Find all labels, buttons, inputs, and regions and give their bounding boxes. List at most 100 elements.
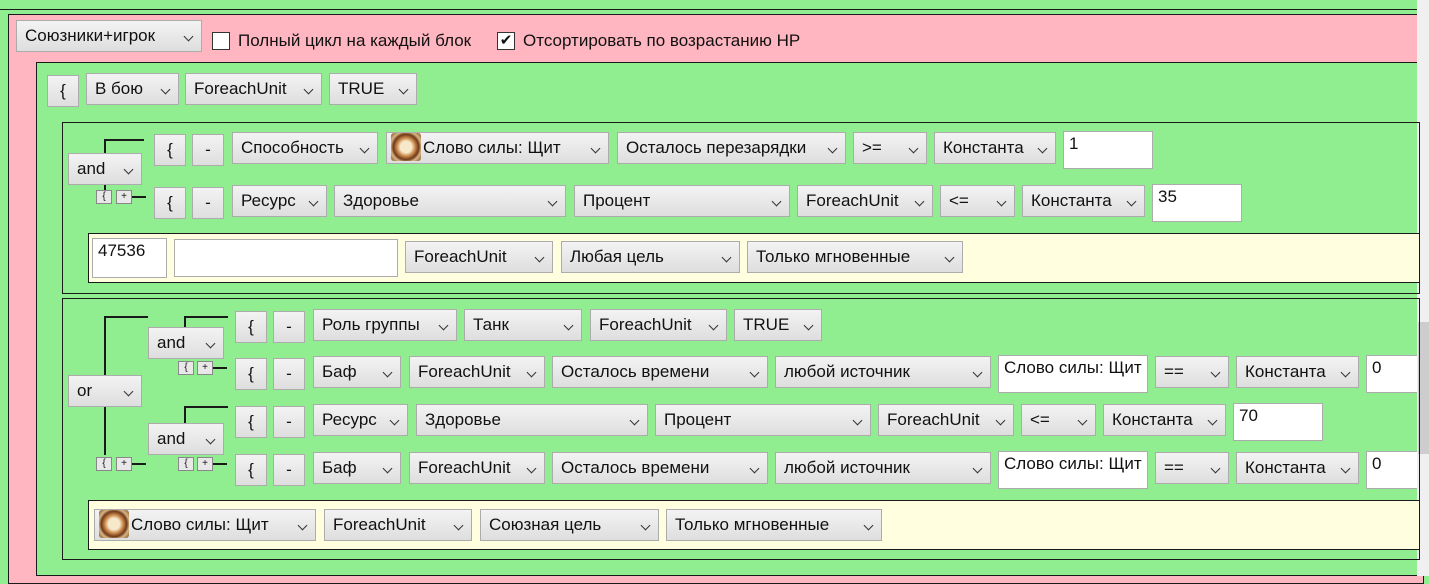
rule1-mini-bracket-button[interactable]: { — [96, 190, 112, 204]
rule2-g2-cond2-operator-dropdown[interactable]: == — [1155, 452, 1229, 484]
chevron-down-icon — [526, 463, 537, 474]
chevron-down-icon — [303, 84, 314, 95]
chevron-down-icon — [640, 520, 651, 531]
label: любой источник — [784, 458, 910, 477]
rule2-action-unit-dropdown[interactable]: ForeachUnit — [324, 509, 472, 541]
filter-dropdown[interactable]: Союзники+игрок — [16, 20, 202, 52]
rule2-g1-cond1-unit-dropdown[interactable]: ForeachUnit — [590, 309, 727, 341]
rule2-action-spell-dropdown[interactable]: Слово силы: Щит — [94, 509, 316, 541]
chevron-down-icon — [563, 320, 574, 331]
rule2-mini-add-button[interactable]: + — [116, 457, 132, 471]
chevron-down-icon — [1210, 367, 1221, 378]
rule2-g1-cond1-type-dropdown[interactable]: Роль группы — [313, 309, 457, 341]
rule2-g2-cond1-remove-button[interactable]: - — [273, 406, 305, 438]
rule2-g1-cond2-field-dropdown[interactable]: Осталось времени — [552, 356, 768, 388]
rule2-g1-cond1-role-dropdown[interactable]: Танк — [464, 309, 582, 341]
rule1-mini-add-button[interactable]: + — [116, 190, 132, 204]
rule2-g2-cond2-unit-dropdown[interactable]: ForeachUnit — [409, 452, 545, 484]
rule1-cond2-source-dropdown[interactable]: Константа — [1022, 185, 1145, 217]
block-value-dropdown[interactable]: TRUE — [329, 73, 417, 105]
label: Танк — [473, 315, 509, 334]
rule2-g2-cond2-source-filter-dropdown[interactable]: любой источник — [775, 452, 991, 484]
rule1-cond2-mode-dropdown[interactable]: Процент — [574, 185, 790, 217]
rule1-action-cast-dropdown[interactable]: Только мгновенные — [747, 241, 963, 273]
rule2-action-target-dropdown[interactable]: Союзная цель — [480, 509, 659, 541]
chevron-down-icon — [359, 143, 370, 154]
rule2-g1-cond2-value-input[interactable]: 0 — [1366, 355, 1417, 393]
power-word-shield-icon — [99, 510, 129, 539]
rule1-action-target-dropdown[interactable]: Любая цель — [561, 241, 740, 273]
rule2-g2-cond2-spell-input[interactable]: Слово силы: Щит — [998, 451, 1148, 489]
rule1-cond1-type-dropdown[interactable]: Способность — [232, 132, 378, 164]
rule2-g1-cond2-spell-input[interactable]: Слово силы: Щит — [998, 355, 1148, 393]
rule2-group1-mini-add-button[interactable]: + — [197, 361, 213, 375]
rule1-cond2-remove-button[interactable]: - — [192, 187, 224, 219]
rule2-g2-cond1-resource-dropdown[interactable]: Здоровье — [416, 404, 648, 436]
rule2-g2-cond1-unit-dropdown[interactable]: ForeachUnit — [878, 404, 1014, 436]
rule2-g1-cond2-type-dropdown[interactable]: Баф — [313, 356, 401, 388]
label: Слово силы: Щит — [131, 515, 269, 534]
block-target-dropdown[interactable]: ForeachUnit — [185, 73, 322, 105]
rule2-group2-op-dropdown[interactable]: and — [148, 423, 224, 455]
rule1-cond1-remove-button[interactable]: - — [192, 134, 224, 166]
block-state-dropdown[interactable]: В бою — [86, 73, 179, 105]
rule2-g1-cond1-remove-button[interactable]: - — [273, 311, 305, 343]
rule2-g2-cond2-remove-button[interactable]: - — [273, 454, 305, 486]
chevron-down-icon — [453, 520, 464, 531]
rule1-cond2-bracket-button[interactable]: { — [154, 187, 186, 219]
rule2-g2-cond1-mode-dropdown[interactable]: Процент — [655, 404, 871, 436]
chevron-down-icon — [1207, 415, 1218, 426]
rule1-action-spell-id-input[interactable]: 47536 — [92, 238, 167, 278]
rule1-cond1-value-input[interactable]: 1 — [1063, 131, 1153, 169]
rule2-g2-cond2-source-dropdown[interactable]: Константа — [1236, 452, 1359, 484]
chevron-down-icon — [590, 143, 601, 154]
chevron-down-icon — [852, 415, 863, 426]
rule1-cond1-operator-dropdown[interactable]: >= — [853, 132, 927, 164]
chevron-down-icon — [398, 84, 409, 95]
rule2-g1-cond2-remove-button[interactable]: - — [273, 358, 305, 390]
rule2-g2-cond1-bracket-button[interactable]: { — [235, 406, 267, 438]
rule1-cond1-spell-dropdown[interactable]: Слово силы: Щит — [386, 132, 609, 164]
rule1-cond2-unit-dropdown[interactable]: ForeachUnit — [797, 185, 933, 217]
label: == — [1164, 362, 1184, 381]
rule2-outer-op-dropdown[interactable]: or — [68, 375, 142, 407]
rule1-cond1-field-dropdown[interactable]: Осталось перезарядки — [617, 132, 846, 164]
rule2-g2-cond1-operator-dropdown[interactable]: <= — [1021, 404, 1096, 436]
rule1-group-op-dropdown[interactable]: and — [68, 153, 142, 185]
rule1-cond1-bracket-button[interactable]: { — [154, 134, 186, 166]
rule2-g2-cond1-value-input[interactable]: 70 — [1233, 403, 1323, 441]
rule2-mini-bracket-button[interactable]: { — [96, 457, 112, 471]
full-cycle-checkbox[interactable] — [212, 32, 230, 50]
label: ForeachUnit — [418, 362, 511, 381]
rule2-g1-cond2-source-filter-dropdown[interactable]: любой источник — [775, 356, 991, 388]
rule2-g2-cond1-source-dropdown[interactable]: Константа — [1103, 404, 1226, 436]
rule2-g1-cond1-value-dropdown[interactable]: TRUE — [734, 309, 822, 341]
label: >= — [862, 138, 882, 157]
rule2-group1-op-dropdown[interactable]: and — [148, 327, 224, 359]
rule1-cond2-resource-dropdown[interactable]: Здоровье — [334, 185, 566, 217]
rule2-g1-cond2-bracket-button[interactable]: { — [235, 358, 267, 390]
rule2-group2-mini-add-button[interactable]: + — [197, 457, 213, 471]
rule1-tree-line — [104, 139, 144, 141]
rule1-cond1-source-dropdown[interactable]: Константа — [934, 132, 1056, 164]
rule2-action-cast-dropdown[interactable]: Только мгновенные — [666, 509, 882, 541]
rule1-cond2-value-input[interactable]: 35 — [1152, 184, 1242, 222]
chevron-down-icon — [1077, 415, 1088, 426]
rule2-g1-cond2-unit-dropdown[interactable]: ForeachUnit — [409, 356, 545, 388]
rule2-group2-mini-bracket-button[interactable]: { — [178, 457, 194, 471]
rule2-g2-cond2-field-dropdown[interactable]: Осталось времени — [552, 452, 768, 484]
rule2-g1-cond2-operator-dropdown[interactable]: == — [1155, 356, 1229, 388]
rule1-action-unit-dropdown[interactable]: ForeachUnit — [405, 241, 553, 273]
rule1-cond2-operator-dropdown[interactable]: <= — [940, 185, 1015, 217]
rule2-g2-cond2-bracket-button[interactable]: { — [235, 454, 267, 486]
rule2-g2-cond2-value-input[interactable]: 0 — [1366, 451, 1417, 489]
rule2-g2-cond2-type-dropdown[interactable]: Баф — [313, 452, 401, 484]
block-bracket-button[interactable]: { — [47, 75, 79, 107]
rule2-g2-cond1-type-dropdown[interactable]: Ресурс — [313, 404, 408, 436]
rule1-cond2-type-dropdown[interactable]: Ресурс — [232, 185, 327, 217]
rule2-group1-mini-bracket-button[interactable]: { — [178, 361, 194, 375]
rule2-g1-cond1-bracket-button[interactable]: { — [235, 311, 267, 343]
rule1-action-spell-name-input[interactable] — [174, 239, 398, 277]
sort-hp-checkbox[interactable]: ✔ — [497, 32, 515, 50]
rule2-g1-cond2-source-dropdown[interactable]: Константа — [1236, 356, 1359, 388]
